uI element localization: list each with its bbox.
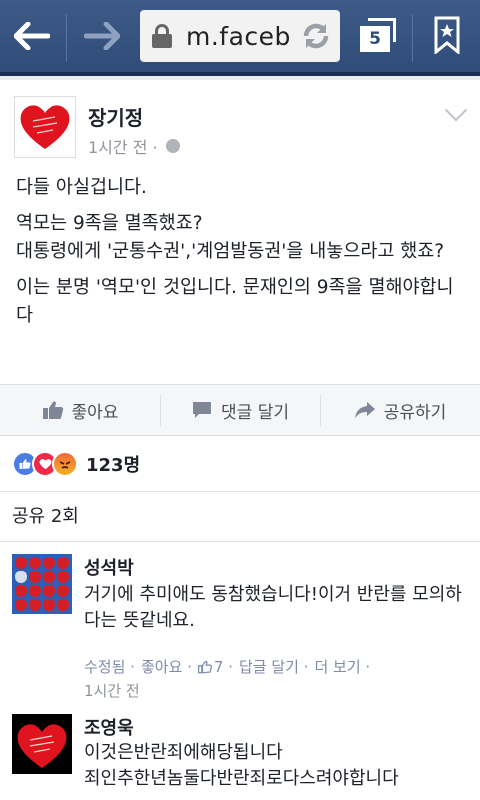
address-bar[interactable]: m.faceb	[140, 10, 340, 62]
comment-like-button[interactable]: 좋아요 ·	[141, 656, 192, 677]
url-text: m.faceb	[186, 21, 291, 51]
like-label: 좋아요	[71, 402, 119, 423]
comment-item: 성석박 거기에 추미애도 동참했습니다!이거 반란를 모의하다는 뜻같네요. 수…	[0, 554, 480, 700]
comment-bubble-icon	[193, 402, 212, 418]
forward-arrow-icon[interactable]	[80, 14, 124, 58]
angry-reaction-icon	[52, 450, 78, 477]
reply-button[interactable]: 답글 달기 ·	[239, 656, 309, 677]
toolbar-divider	[66, 14, 67, 62]
commenter-avatar[interactable]	[12, 714, 72, 774]
lock-icon	[152, 24, 172, 48]
thumbs-up-icon	[197, 660, 212, 673]
share-button[interactable]: 공유하기	[320, 385, 480, 435]
comment-author[interactable]: 조영욱	[84, 714, 134, 740]
reaction-count: 123명	[86, 454, 141, 476]
comments-section: 성석박 거기에 추미애도 동참했습니다!이거 반란를 모의하다는 뜻같네요. 수…	[0, 542, 480, 800]
tabs-button[interactable]: 5	[360, 18, 398, 56]
post-body: 다들 아실겁니다. 역모는 9족을 멸족했죠? 대통령에게 '군통수권','계엄…	[16, 174, 466, 338]
comment-item: 조영욱 이것은반란죄에해당됩니다 죄인추한년놈둘다반란죄로다스려야합니다	[0, 714, 480, 800]
post-time: 1시간 전 ·	[88, 138, 158, 157]
bookmark-star-icon[interactable]	[434, 16, 460, 54]
reactions-summary[interactable]: 123명	[0, 436, 480, 492]
post-meta: 1시간 전 ·	[88, 134, 180, 158]
comment-text: 이것은반란죄에해당됩니다 죄인추한년놈둘다반란죄로다스려야합니다	[84, 742, 399, 789]
post-paragraph: 역모는 9족을 멸족했죠? 대통령에게 '군통수권','계엄발동권'을 내놓으라…	[16, 213, 445, 262]
post-card: 장기정 1시간 전 · 다들 아실겁니다. 역모는 9족을 멸족했죠? 대통령에…	[0, 80, 480, 384]
tab-count: 5	[360, 26, 390, 52]
post-paragraph: 다들 아실겁니다.	[16, 177, 147, 198]
comment-actions: 수정됨 · 좋아요 · 7 · 답글 달기 · 더 보기 ·	[84, 656, 370, 677]
edited-label: 수정됨 ·	[84, 658, 135, 676]
browser-toolbar: m.faceb 5	[0, 0, 480, 76]
comment-time: 1시간 전	[84, 682, 140, 700]
author-avatar[interactable]	[14, 96, 76, 158]
comment-author[interactable]: 성석박	[84, 554, 134, 580]
post-author-name[interactable]: 장기정	[88, 102, 143, 131]
back-arrow-icon[interactable]	[10, 14, 54, 58]
share-label: 공유하기	[383, 402, 447, 423]
commenter-avatar[interactable]	[12, 554, 72, 614]
post-paragraph: 이는 분명 '역모'인 것입니다. 문재인의 9족을 멸해야합니다	[16, 277, 454, 326]
post-action-bar: 좋아요 댓글 달기 공유하기	[0, 384, 480, 436]
like-button[interactable]: 좋아요	[0, 385, 160, 435]
toolbar-divider	[412, 14, 413, 62]
globe-icon	[165, 139, 180, 153]
share-count[interactable]: 공유 2회	[0, 492, 480, 542]
comment-button[interactable]: 댓글 달기	[160, 385, 320, 435]
comment-text: 거기에 추미애도 동참했습니다!이거 반란를 모의하다는 뜻같네요.	[84, 584, 462, 631]
comment-label: 댓글 달기	[221, 402, 289, 423]
thumbs-up-icon	[42, 401, 63, 419]
reload-icon[interactable]	[298, 18, 334, 54]
more-button[interactable]: 더 보기 ·	[314, 656, 370, 677]
comment-like-count[interactable]: 7 ·	[197, 656, 233, 677]
share-arrow-icon	[354, 402, 375, 418]
chevron-down-icon[interactable]	[444, 98, 468, 122]
